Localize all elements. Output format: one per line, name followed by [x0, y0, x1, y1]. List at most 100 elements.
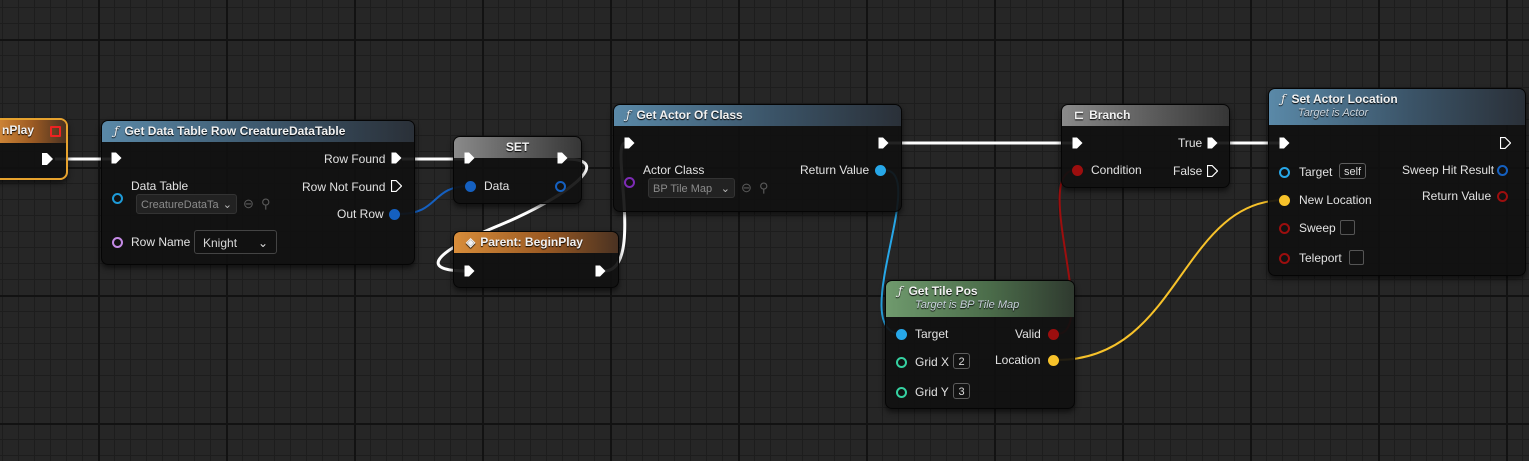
- chevron-down-icon: ⌄: [257, 236, 268, 250]
- target-pin[interactable]: [896, 329, 907, 340]
- dropdown-value: BP Tile Map: [653, 183, 713, 195]
- actor-class-pin[interactable]: [624, 177, 635, 188]
- function-icon: ƒ: [626, 108, 631, 122]
- delegate-square-icon[interactable]: [50, 126, 61, 137]
- pin-label-target: Target: [915, 327, 949, 341]
- node-title: Get Actor Of Class: [636, 108, 743, 122]
- event-beginplay-node[interactable]: nPlay: [0, 118, 68, 180]
- pin-label-row-not-found: Row Not Found: [302, 180, 386, 194]
- condition-pin[interactable]: [1072, 165, 1083, 176]
- exec-in-pin[interactable]: [624, 137, 635, 149]
- target-pin[interactable]: [1279, 167, 1290, 178]
- pin-label-grid-y: Grid Y: [915, 385, 949, 399]
- exec-in-pin[interactable]: [464, 265, 475, 277]
- get-tile-pos-node[interactable]: ƒ Get Tile Pos Target is BP Tile Map: [885, 280, 1075, 409]
- chevron-down-icon: ⌄: [720, 183, 730, 195]
- pin-label-return-value: Return Value: [1422, 189, 1492, 203]
- location-pin[interactable]: [1048, 355, 1059, 366]
- exec-out-pin-row-found[interactable]: [391, 152, 402, 164]
- pin-label-condition: Condition: [1091, 163, 1142, 177]
- exec-in-pin[interactable]: [1072, 137, 1083, 149]
- node-title: Set Actor Location: [1291, 92, 1398, 106]
- sweep-hit-result-pin[interactable]: [1497, 165, 1508, 176]
- node-header: ƒ Get Data Table Row CreatureDataTable: [102, 121, 414, 142]
- teleport-pin[interactable]: [1279, 253, 1290, 264]
- data-table-dropdown[interactable]: CreatureDataTa ⌄: [136, 194, 237, 214]
- back-arrow-icon[interactable]: ⊖: [741, 180, 752, 196]
- data-in-pin[interactable]: [465, 181, 476, 192]
- exec-out-pin[interactable]: [878, 137, 889, 149]
- return-value-pin[interactable]: [1497, 191, 1508, 202]
- sweep-checkbox[interactable]: [1340, 220, 1355, 235]
- pin-label-sweep: Sweep: [1299, 221, 1336, 235]
- data-table-pin[interactable]: [112, 193, 123, 204]
- node-title: Get Data Table Row CreatureDataTable: [124, 124, 346, 138]
- pin-label-sweep-hit-result: Sweep Hit Result: [1402, 163, 1495, 177]
- row-name-pin[interactable]: [112, 237, 123, 248]
- pin-label-return-value: Return Value: [800, 163, 870, 177]
- set-variable-node[interactable]: SET: [453, 136, 582, 204]
- exec-out-pin[interactable]: [557, 152, 568, 164]
- pin-label-false: False: [1173, 164, 1203, 178]
- pin-label-out-row: Out Row: [337, 207, 384, 221]
- node-header: ƒ Get Tile Pos Target is BP Tile Map: [886, 281, 1074, 317]
- branch-node[interactable]: ⊏ Branch: [1061, 104, 1230, 188]
- node-header: ◈ Parent: BeginPlay: [454, 232, 618, 253]
- vector-wire-location-newlocation: [1056, 199, 1286, 361]
- pin-label-row-found: Row Found: [324, 152, 386, 166]
- node-subtitle: Target is Actor: [1298, 107, 1369, 119]
- branch-icon: ⊏: [1074, 108, 1085, 122]
- exec-out-pin-row-not-found[interactable]: [391, 180, 402, 192]
- return-value-pin[interactable]: [875, 165, 886, 176]
- target-self-value[interactable]: self: [1339, 163, 1367, 179]
- pin-label-grid-x: Grid X: [915, 355, 950, 369]
- data-out-pin[interactable]: [555, 181, 566, 192]
- set-actor-location-node[interactable]: ƒ Set Actor Location Target is Actor: [1268, 88, 1526, 276]
- pin-label-valid: Valid: [1015, 327, 1041, 341]
- search-icon[interactable]: ⚲: [261, 196, 271, 212]
- grid-x-input[interactable]: 2: [953, 353, 970, 369]
- exec-out-pin-false[interactable]: [1207, 165, 1218, 177]
- dropdown-value: CreatureDataTa: [141, 199, 219, 211]
- exec-out-pin-true[interactable]: [1207, 137, 1218, 149]
- pin-label-location: Location: [995, 353, 1041, 367]
- dropdown-value: Knight: [203, 236, 238, 250]
- row-name-dropdown[interactable]: Knight ⌄: [194, 230, 277, 254]
- node-title: SET: [505, 140, 530, 154]
- node-header: ⊏ Branch: [1062, 105, 1229, 126]
- grid-x-pin[interactable]: [896, 357, 907, 368]
- grid-y-pin[interactable]: [896, 387, 907, 398]
- pin-label-true: True: [1178, 136, 1203, 150]
- node-title: Get Tile Pos: [908, 284, 978, 298]
- pin-label-row-name: Row Name: [131, 235, 191, 249]
- pin-label-teleport: Teleport: [1299, 251, 1342, 265]
- new-location-pin[interactable]: [1279, 195, 1290, 206]
- grid-y-input[interactable]: 3: [953, 383, 970, 399]
- function-icon: ƒ: [898, 284, 903, 298]
- search-icon[interactable]: ⚲: [759, 180, 769, 196]
- exec-out-pin[interactable]: [1500, 137, 1511, 149]
- node-subtitle: Target is BP Tile Map: [915, 299, 1020, 311]
- node-title: Parent: BeginPlay: [480, 235, 583, 249]
- function-icon: ƒ: [114, 124, 119, 138]
- exec-in-pin[interactable]: [464, 152, 475, 164]
- sweep-pin[interactable]: [1279, 223, 1290, 234]
- chevron-down-icon: ⌄: [222, 199, 232, 211]
- pin-label-new-location: New Location: [1299, 193, 1372, 207]
- parent-beginplay-node[interactable]: ◈ Parent: BeginPlay: [453, 231, 619, 288]
- teleport-checkbox[interactable]: [1349, 250, 1364, 265]
- pin-label-actor-class: Actor Class: [643, 163, 705, 177]
- exec-out-pin[interactable]: [595, 265, 606, 277]
- pin-label-target: Target: [1299, 165, 1333, 179]
- actor-class-dropdown[interactable]: BP Tile Map ⌄: [648, 178, 735, 198]
- node-header: ƒ Get Actor Of Class: [614, 105, 901, 126]
- node-title: nPlay: [2, 123, 35, 137]
- pin-label-data: Data: [484, 179, 510, 193]
- exec-in-pin[interactable]: [1279, 137, 1290, 149]
- valid-pin[interactable]: [1048, 329, 1059, 340]
- out-row-pin[interactable]: [389, 209, 400, 220]
- back-arrow-icon[interactable]: ⊖: [243, 196, 254, 212]
- exec-out-pin-icon[interactable]: [41, 152, 54, 166]
- exec-in-pin[interactable]: [111, 152, 122, 164]
- function-icon: ƒ: [1281, 92, 1286, 106]
